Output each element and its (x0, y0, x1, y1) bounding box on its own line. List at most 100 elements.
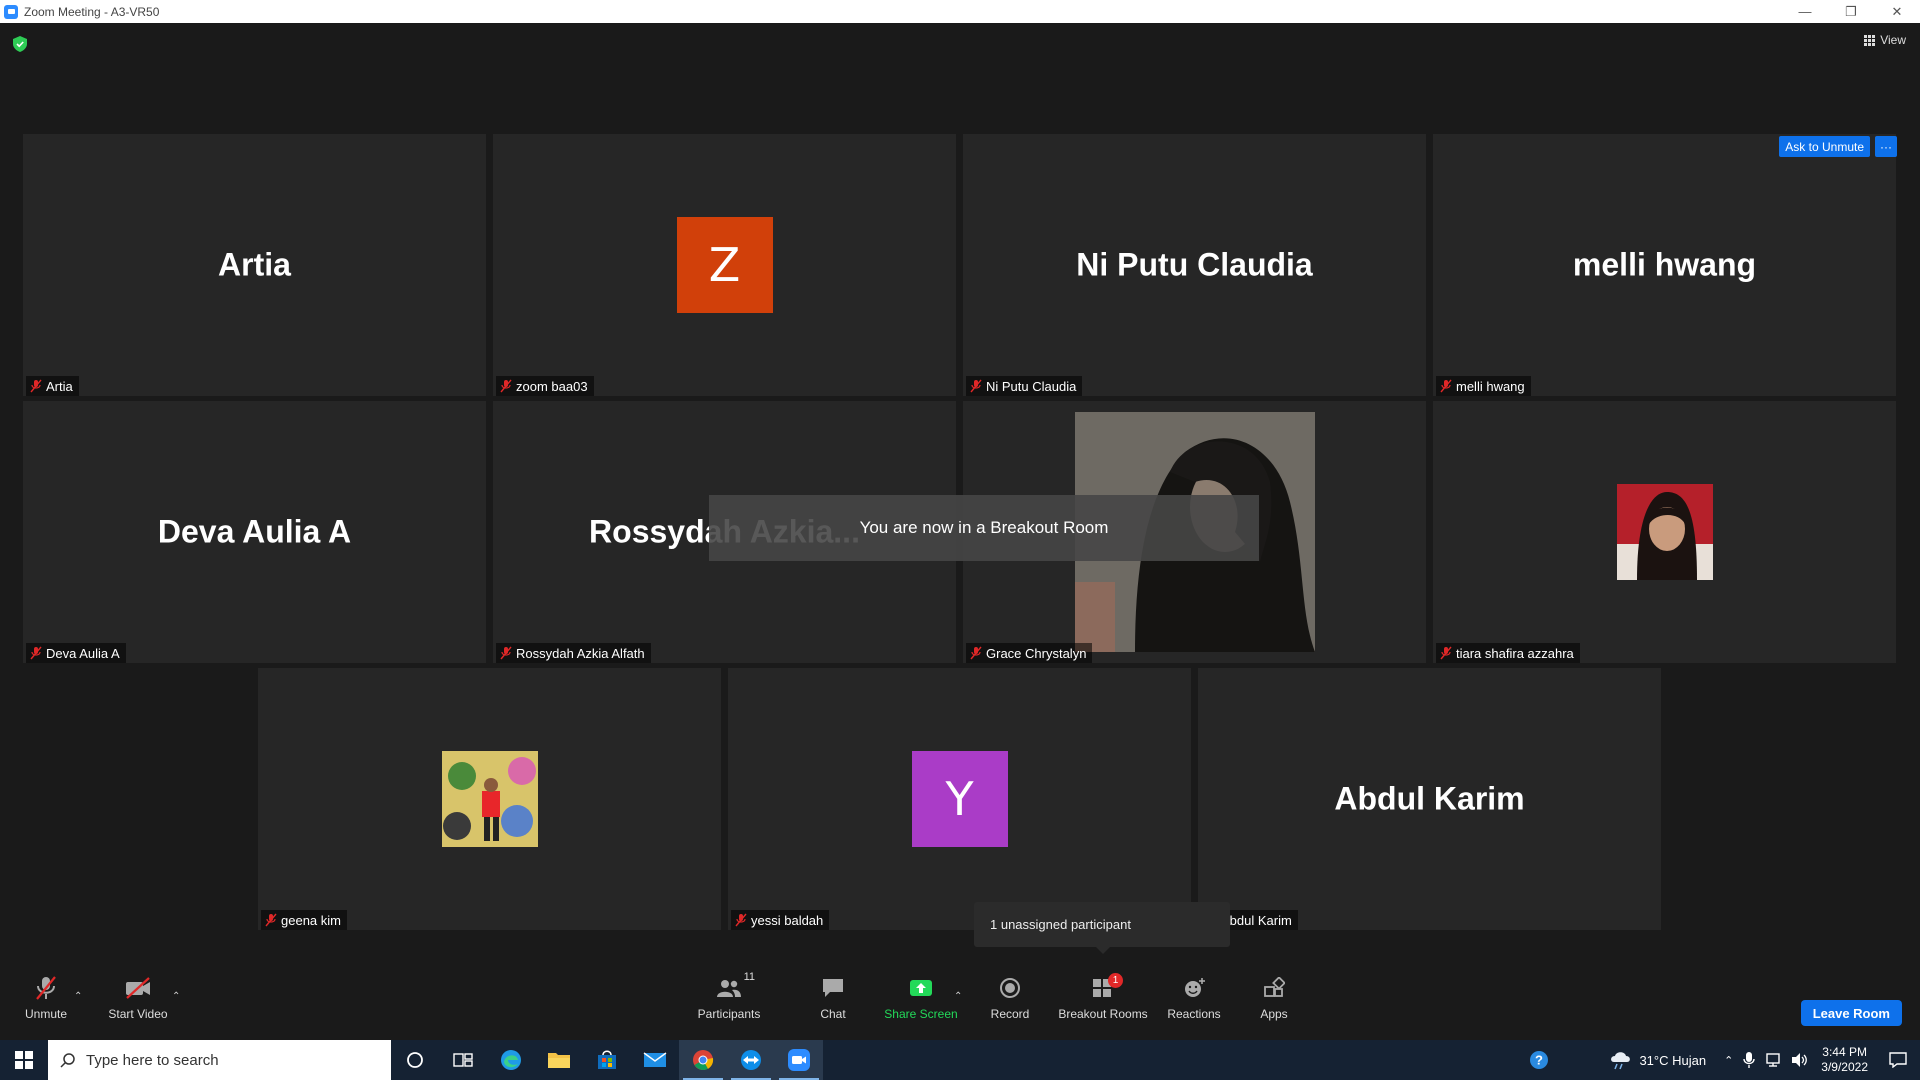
close-button[interactable]: ✕ (1874, 0, 1920, 23)
notification-icon (1889, 1052, 1907, 1068)
breakout-rooms-badge: 1 (1108, 972, 1123, 988)
apps-button[interactable]: Apps (1252, 955, 1296, 1040)
mic-muted-icon (970, 646, 982, 660)
help-icon: ? (1530, 1051, 1549, 1069)
taskbar-mail[interactable] (631, 1040, 679, 1080)
view-button[interactable]: View (1864, 33, 1906, 47)
video-off-icon (126, 976, 150, 999)
participant-nameplate: tiara shafira azzahra (1436, 643, 1580, 663)
participant-name: yessi baldah (751, 912, 824, 928)
window-title: Zoom Meeting - A3-VR50 (24, 4, 160, 19)
svg-text:?: ? (1535, 1053, 1543, 1068)
participant-tile[interactable]: Y yessi baldah (728, 668, 1191, 930)
cortana-button[interactable] (391, 1040, 439, 1080)
reactions-icon (1185, 977, 1205, 997)
unassigned-participant-tooltip: 1 unassigned participant (974, 902, 1230, 954)
participant-name: Ni Putu Claudia (986, 378, 1077, 394)
microphone-icon[interactable] (1743, 1051, 1755, 1069)
participant-nameplate: Deva Aulia A (26, 643, 126, 663)
security-shield-icon[interactable] (13, 36, 27, 52)
share-screen-button[interactable]: Share Screen (884, 955, 958, 1040)
breakout-room-notification: You are now in a Breakout Room (709, 495, 1259, 561)
participant-name: zoom baa03 (516, 378, 588, 394)
participant-tile[interactable]: tiara shafira azzahra (1433, 401, 1896, 663)
leave-room-button[interactable]: Leave Room (1800, 1000, 1902, 1026)
mail-icon (643, 1052, 667, 1067)
unmute-button[interactable]: Unmute (18, 955, 74, 1040)
action-center-button[interactable] (1876, 1040, 1920, 1080)
weather-text[interactable]: 31°C Hujan (1639, 1053, 1706, 1068)
mic-muted-icon (1440, 646, 1452, 660)
window-titlebar: Zoom Meeting - A3-VR50 — ❐ ✕ (0, 0, 1920, 23)
clock-time: 3:44 PM (1822, 1045, 1867, 1059)
participants-button[interactable]: 11 Participants (694, 955, 764, 1040)
store-bag-icon (598, 1050, 616, 1069)
taskbar-file-explorer[interactable] (535, 1040, 583, 1080)
participant-display-name: Ni Putu Claudia (1076, 246, 1313, 283)
show-hidden-icons-chevron-icon[interactable]: ⌃ (1724, 1054, 1733, 1067)
view-label: View (1880, 33, 1906, 47)
system-tray: ? 31°C Hujan ⌃ 3:44 PM 3/9/2022 (1519, 1040, 1920, 1080)
chat-button[interactable]: Chat (812, 955, 854, 1040)
participant-nameplate: Rossydah Azkia Alfath (496, 643, 651, 663)
start-video-label: Start Video (108, 1006, 168, 1021)
share-screen-icon (910, 979, 932, 996)
taskbar-store[interactable] (583, 1040, 631, 1080)
record-button[interactable]: Record (986, 955, 1034, 1040)
zoom-app-icon (4, 4, 18, 19)
teamviewer-icon (741, 1050, 761, 1070)
participant-tile[interactable]: Abdul Karim Abdul Karim (1198, 668, 1661, 930)
breakout-rooms-label: Breakout Rooms (1058, 1006, 1148, 1021)
taskbar-search-box[interactable]: Type here to search (48, 1040, 391, 1080)
breakout-rooms-button[interactable]: 1 Breakout Rooms (1057, 955, 1149, 1040)
participant-display-name: Deva Aulia A (157, 513, 352, 550)
participant-name: melli hwang (1456, 378, 1525, 394)
record-label: Record (990, 1006, 1030, 1021)
volume-icon[interactable] (1791, 1052, 1809, 1068)
reactions-button[interactable]: Reactions (1164, 955, 1224, 1040)
video-options-caret-icon[interactable]: ⌃ (172, 991, 180, 1002)
share-screen-label: Share Screen (884, 1006, 958, 1021)
participant-nameplate: Grace Chrystalyn (966, 643, 1093, 663)
network-icon[interactable] (1765, 1052, 1783, 1068)
participant-name: Grace Chrystalyn (986, 645, 1087, 661)
share-options-caret-icon[interactable]: ⌃ (954, 991, 962, 1002)
participants-count: 11 (743, 970, 755, 983)
taskbar-edge[interactable] (487, 1040, 535, 1080)
mic-muted-icon (1440, 379, 1452, 393)
task-view-button[interactable] (439, 1040, 487, 1080)
taskbar-chrome[interactable] (679, 1040, 727, 1080)
taskbar-teamviewer[interactable] (727, 1040, 775, 1080)
participant-profile-photo (1616, 484, 1713, 580)
help-tray-button[interactable]: ? (1519, 1040, 1559, 1080)
grid-icon (1864, 34, 1876, 46)
participant-tile[interactable]: geena kim (258, 668, 721, 930)
mic-muted-icon (36, 975, 56, 1000)
participant-tile[interactable]: melli hwang melli hwang (1433, 134, 1896, 396)
participant-name: Artia (46, 378, 73, 394)
minimize-button[interactable]: — (1782, 0, 1828, 23)
ask-to-unmute-button[interactable]: Ask to Unmute (1779, 136, 1870, 157)
more-options-button[interactable]: ··· (1875, 136, 1897, 157)
participant-tile[interactable]: Deva Aulia A Deva Aulia A (23, 401, 486, 663)
taskbar-zoom[interactable] (775, 1040, 823, 1080)
windows-logo-icon (15, 1051, 33, 1069)
restore-button[interactable]: ❐ (1828, 0, 1874, 23)
audio-options-caret-icon[interactable]: ⌃ (74, 991, 82, 1002)
start-video-button[interactable]: Start Video (105, 955, 171, 1040)
record-icon (1000, 977, 1020, 998)
taskbar-clock[interactable]: 3:44 PM 3/9/2022 (1821, 1045, 1868, 1075)
cortana-circle-icon (407, 1052, 423, 1068)
participant-tile[interactable]: Z zoom baa03 (493, 134, 956, 396)
unmute-label: Unmute (24, 1006, 68, 1021)
participant-tile[interactable]: Artia Artia (23, 134, 486, 396)
search-icon (60, 1053, 75, 1068)
participant-display-name: Artia (218, 246, 291, 283)
chrome-browser-icon (693, 1050, 714, 1070)
mic-muted-icon (500, 646, 512, 660)
start-button[interactable] (0, 1040, 48, 1080)
mic-muted-icon (500, 379, 512, 393)
participant-name: geena kim (281, 912, 341, 928)
participant-tile[interactable]: Ni Putu Claudia Ni Putu Claudia (963, 134, 1426, 396)
meeting-toolbar: Unmute ⌃ Start Video ⌃ 11 Participants C… (0, 955, 1920, 1040)
